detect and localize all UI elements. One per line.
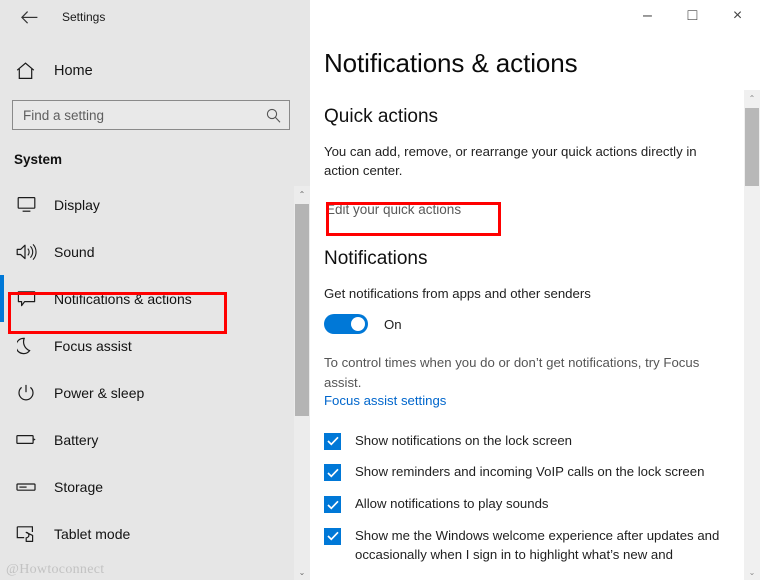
sidebar-item-sound[interactable]: Sound	[0, 228, 310, 275]
checkbox-welcome-experience[interactable]	[324, 527, 341, 545]
checkbox-lock-screen-notifications[interactable]	[324, 432, 341, 450]
moon-icon	[14, 334, 38, 358]
speaker-icon	[14, 240, 38, 264]
search-container	[12, 100, 298, 130]
checkbox-row[interactable]: Show notifications on the lock screen	[324, 432, 760, 451]
checkbox-reminders-voip[interactable]	[324, 464, 341, 482]
sidebar-item-tablet-mode[interactable]: Tablet mode	[0, 510, 310, 543]
sidebar-item-label: Battery	[54, 431, 99, 448]
notifications-toggle-row: On	[324, 314, 760, 335]
checkbox-label: Allow notifications to play sounds	[355, 496, 549, 512]
maximize-button[interactable]: □	[670, 0, 715, 32]
close-button[interactable]: ×	[715, 0, 760, 32]
notification-options-list: Show notifications on the lock screen Sh…	[324, 432, 760, 565]
minimize-button[interactable]: ‒	[625, 0, 670, 32]
sidebar-item-focus-assist[interactable]: Focus assist	[0, 322, 310, 369]
sidebar-item-battery[interactable]: Battery	[0, 416, 310, 463]
sidebar-titlebar: Settings	[0, 0, 310, 34]
focus-assist-settings-link[interactable]: Focus assist settings	[324, 393, 446, 408]
watermark: @Howtoconnect	[6, 562, 105, 577]
main-content: Notifications & actions Quick actions Yo…	[310, 34, 760, 564]
sidebar-section-title: System	[14, 152, 63, 167]
sidebar-scrollbar-thumb[interactable]	[295, 204, 309, 416]
edit-quick-actions-container: Edit your quick actions	[324, 198, 463, 221]
sidebar-nav-list: Display Sound Notifications & actions Fo…	[0, 181, 310, 543]
search-icon[interactable]	[266, 108, 281, 123]
checkbox-play-sounds[interactable]	[324, 496, 341, 514]
page-title: Notifications & actions	[324, 48, 578, 78]
selection-accent-bar	[0, 322, 4, 369]
selection-accent-bar	[0, 510, 4, 543]
checkbox-label: Show notifications on the lock screen	[355, 432, 572, 448]
sidebar-item-label: Focus assist	[54, 337, 132, 354]
toggle-state-label: On	[384, 316, 402, 332]
sidebar-item-storage[interactable]: Storage	[0, 463, 310, 510]
main-scrollbar-thumb[interactable]	[745, 108, 759, 186]
home-icon	[14, 60, 36, 82]
tablet-icon	[14, 522, 38, 544]
quick-actions-heading: Quick actions	[324, 106, 439, 127]
edit-quick-actions-link[interactable]: Edit your quick actions	[324, 198, 463, 221]
sidebar-item-power-sleep[interactable]: Power & sleep	[0, 369, 310, 416]
selection-accent-bar	[0, 369, 4, 416]
selection-accent-bar	[0, 228, 4, 275]
sidebar-item-notifications-actions[interactable]: Notifications & actions	[0, 275, 310, 322]
sidebar-item-label: Power & sleep	[54, 384, 145, 401]
sidebar-scrollbar[interactable]: ⌃ ⌄	[294, 186, 310, 580]
notification-icon	[14, 287, 38, 311]
checkbox-row[interactable]: Show me the Windows welcome experience a…	[324, 527, 760, 564]
sidebar-item-label: Tablet mode	[54, 525, 131, 542]
sidebar-item-label: Display	[54, 196, 100, 213]
selection-accent-bar	[0, 463, 4, 510]
notifications-toggle[interactable]	[324, 314, 368, 335]
battery-icon	[14, 428, 38, 452]
selection-accent-bar	[0, 181, 4, 228]
toggle-knob	[351, 317, 365, 332]
selection-accent-bar	[0, 275, 4, 322]
notifications-heading: Notifications	[324, 248, 428, 270]
search-input[interactable]	[23, 107, 266, 123]
sidebar: Settings Home Syste	[0, 0, 310, 580]
checkbox-row[interactable]: Allow notifications to play sounds	[324, 495, 760, 514]
sidebar-item-label: Notifications & actions	[54, 290, 192, 307]
scroll-up-arrow-icon[interactable]: ⌃	[744, 90, 760, 106]
focus-assist-description: To control times when you do or don’t ge…	[324, 355, 700, 390]
main-panel: ‒ □ × Notifications & actions Quick acti…	[310, 0, 760, 580]
sidebar-item-display[interactable]: Display	[0, 181, 310, 228]
main-scrollbar[interactable]: ⌃ ⌄	[744, 90, 760, 580]
settings-window: Settings Home Syste	[0, 0, 760, 580]
sidebar-item-home[interactable]: Home	[0, 54, 310, 88]
scroll-down-arrow-icon[interactable]: ⌄	[744, 564, 760, 580]
window-controls: ‒ □ ×	[310, 0, 760, 34]
search-box[interactable]	[12, 100, 290, 130]
storage-icon	[14, 475, 38, 499]
monitor-icon	[14, 193, 38, 217]
app-title: Settings	[62, 10, 106, 24]
checkbox-row[interactable]: Show reminders and incoming VoIP calls o…	[324, 463, 760, 482]
scroll-down-arrow-icon[interactable]: ⌄	[294, 564, 310, 580]
scroll-up-arrow-icon[interactable]: ⌃	[294, 186, 310, 202]
sidebar-item-label: Storage	[54, 478, 104, 495]
checkbox-label: Show me the Windows welcome experience a…	[355, 527, 720, 562]
selection-accent-bar	[0, 416, 4, 463]
quick-actions-description: You can add, remove, or rearrange your q…	[324, 144, 697, 179]
checkbox-label: Show reminders and incoming VoIP calls o…	[355, 464, 705, 480]
back-arrow-icon[interactable]	[14, 2, 44, 32]
power-icon	[14, 381, 38, 405]
sidebar-item-label: Sound	[54, 243, 95, 260]
notifications-toggle-description: Get notifications from apps and other se…	[324, 286, 591, 302]
home-label: Home	[54, 63, 93, 79]
